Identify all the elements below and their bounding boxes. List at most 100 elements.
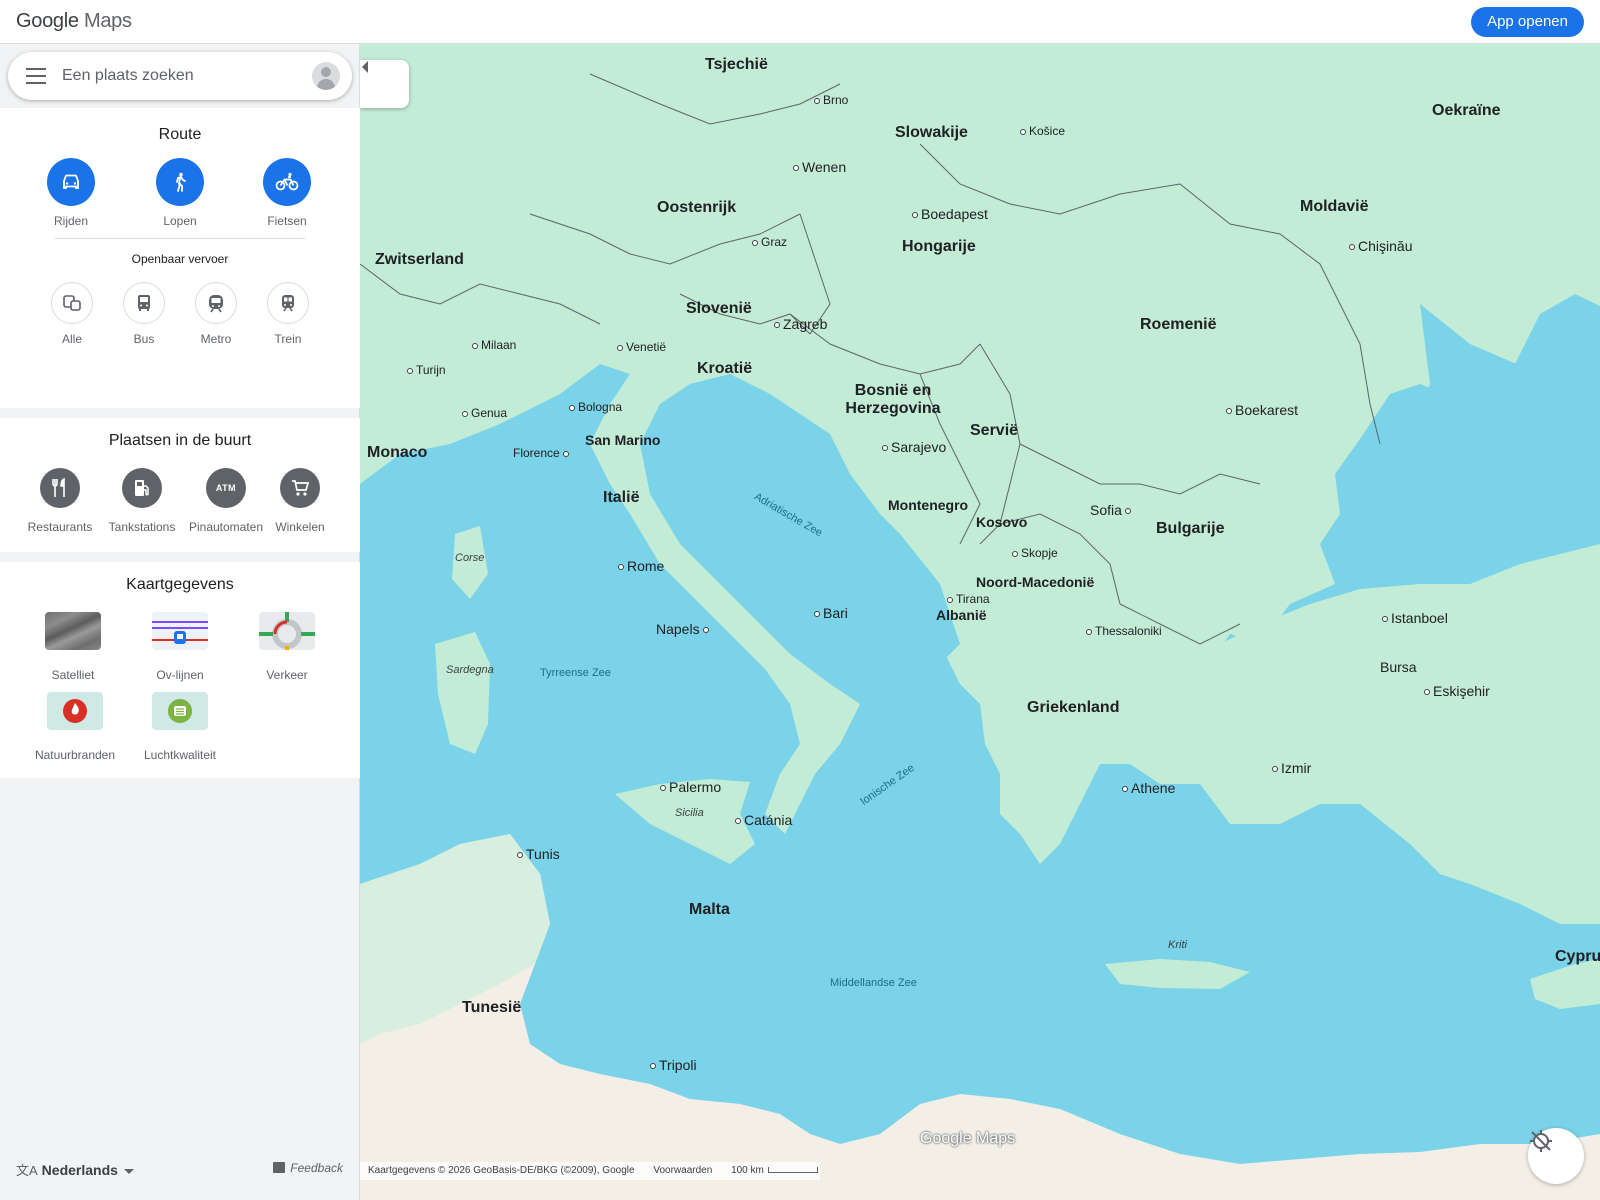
transit-label: Metro bbox=[200, 332, 232, 346]
collapse-panel-button[interactable] bbox=[360, 60, 409, 108]
map-label-country: Hongarije bbox=[902, 238, 976, 255]
mode-cycling-button[interactable]: Fietsen bbox=[252, 158, 322, 228]
search-input[interactable] bbox=[62, 64, 292, 88]
divider bbox=[55, 238, 305, 239]
map-label-city: Boekarest bbox=[1226, 402, 1298, 418]
scale-bar[interactable]: 100 km bbox=[731, 1165, 834, 1176]
side-panel: Route Rijden Lopen Fietsen Openbaar verv… bbox=[0, 44, 360, 1200]
map-label-city: Milaan bbox=[472, 338, 516, 352]
open-app-button[interactable]: App openen bbox=[1471, 7, 1584, 37]
layer-transit-button[interactable]: Ov-lijnen bbox=[135, 612, 225, 682]
nearby-atms-button[interactable]: ATM Pinautomaten bbox=[186, 468, 266, 534]
nearby-section: Plaatsen in de buurt Restaurants Tanksta… bbox=[0, 418, 360, 552]
shopping-cart-icon bbox=[280, 468, 320, 508]
nearby-restaurants-button[interactable]: Restaurants bbox=[20, 468, 100, 534]
map-label-city: Tripoli bbox=[650, 1057, 697, 1073]
air-quality-icon bbox=[152, 692, 208, 730]
car-icon bbox=[47, 158, 95, 206]
chevron-down-icon bbox=[123, 1168, 134, 1174]
map-label-country: Roemenië bbox=[1140, 316, 1217, 333]
map-label-city: Tunis bbox=[517, 846, 560, 862]
map-label-country: Oostenrijk bbox=[657, 199, 737, 216]
route-section: Route Rijden Lopen Fietsen Openbaar verv… bbox=[0, 108, 360, 408]
route-title: Route bbox=[158, 126, 202, 143]
map-label-city: Florence bbox=[513, 446, 572, 460]
mode-driving-button[interactable]: Rijden bbox=[36, 158, 106, 228]
map-label-city: Bari bbox=[814, 605, 848, 621]
map-label-sea: Middellandse Zee bbox=[830, 977, 917, 989]
layer-satellite-button[interactable]: Satelliet bbox=[28, 612, 118, 682]
map-label-country: Montenegro bbox=[888, 497, 969, 513]
train-icon bbox=[267, 282, 309, 324]
map-label-sea: Tyrreense Zee bbox=[540, 667, 611, 679]
map-label-country: Zwitserland bbox=[375, 251, 464, 268]
google-maps-logo[interactable]: Google Maps bbox=[16, 10, 132, 33]
map-label-country: San Marino bbox=[585, 432, 661, 448]
map-label-city: Sarajevo bbox=[882, 439, 946, 455]
nearby-title: Plaatsen in de buurt bbox=[108, 432, 252, 449]
nearby-label: Tankstations bbox=[108, 520, 176, 534]
map-watermark: Google Maps bbox=[920, 1130, 1016, 1147]
layers-section: Kaartgegevens Satelliet Ov-lijnen Verkee… bbox=[0, 562, 360, 778]
my-location-button[interactable] bbox=[1528, 1128, 1584, 1184]
location-off-icon bbox=[1530, 1130, 1552, 1152]
map-label-city: Eskişehir bbox=[1424, 683, 1490, 699]
transit-lines-icon bbox=[152, 612, 208, 650]
metro-icon bbox=[195, 282, 237, 324]
transit-all-button[interactable]: Alle bbox=[42, 282, 102, 346]
layer-air-quality-button[interactable]: Luchtkwaliteit bbox=[135, 692, 225, 762]
map-label-island: Corse bbox=[455, 552, 485, 564]
map-label-country: Malta bbox=[689, 901, 730, 918]
feedback-link[interactable]: Feedback bbox=[273, 1161, 343, 1175]
layer-traffic-button[interactable]: Verkeer bbox=[242, 612, 332, 682]
wildfire-icon bbox=[47, 692, 103, 730]
map-canvas[interactable]: Tsjechië Slowakije Oostenrijk Hongarije … bbox=[360, 44, 1600, 1200]
nearby-shopping-button[interactable]: Winkelen bbox=[260, 468, 340, 534]
map-label-country: Albanië bbox=[936, 607, 987, 623]
map-label-island: Kriti bbox=[1168, 939, 1187, 951]
transit-train-button[interactable]: Trein bbox=[258, 282, 318, 346]
map-label-city: Chişinău bbox=[1349, 238, 1412, 254]
map-label-city: Boedapest bbox=[912, 206, 988, 222]
feedback-icon bbox=[273, 1162, 286, 1173]
transit-label: Alle bbox=[61, 332, 82, 346]
transit-all-icon bbox=[51, 282, 93, 324]
language-selector[interactable]: 文A Nederlands bbox=[16, 1160, 134, 1179]
nearby-gas-stations-button[interactable]: Tankstations bbox=[102, 468, 182, 534]
map-label-country: Griekenland bbox=[1027, 699, 1120, 716]
map-label-country: Kosovo bbox=[976, 514, 1028, 530]
map-label-city: Zagreb bbox=[774, 316, 827, 332]
map-label-city: Graz bbox=[752, 235, 787, 249]
bike-icon bbox=[263, 158, 311, 206]
transit-label: Bus bbox=[133, 332, 155, 346]
avatar[interactable] bbox=[312, 62, 340, 90]
layer-wildfires-button[interactable]: Natuurbranden bbox=[30, 692, 120, 762]
nearby-label: Winkelen bbox=[275, 520, 325, 534]
map-label-city: Bursa bbox=[1380, 659, 1417, 675]
menu-icon[interactable] bbox=[26, 68, 46, 84]
map-label-country: Oekraïne bbox=[1432, 102, 1501, 119]
layer-label: Natuurbranden bbox=[34, 748, 116, 762]
transit-bus-button[interactable]: Bus bbox=[114, 282, 174, 346]
map-label-city: Wenen bbox=[793, 159, 846, 175]
nearby-label: Restaurants bbox=[27, 520, 93, 534]
map-label-country: Italië bbox=[603, 489, 640, 506]
terms-link[interactable]: Voorwaarden bbox=[653, 1165, 712, 1176]
search-box bbox=[8, 52, 352, 100]
map-label-city: Turijn bbox=[407, 363, 446, 377]
map-label-country: Servië bbox=[970, 422, 1019, 439]
map-label-country: Bulgarije bbox=[1156, 520, 1225, 537]
map-attribution: Kaartgegevens © 2026 GeoBasis-DE/BKG (©2… bbox=[360, 1162, 820, 1180]
mode-walking-button[interactable]: Lopen bbox=[145, 158, 215, 228]
map-label-city: Rome bbox=[618, 558, 664, 574]
walk-icon bbox=[156, 158, 204, 206]
map-label-city: Brno bbox=[814, 93, 848, 107]
bus-icon bbox=[123, 282, 165, 324]
map-label-city: Catánia bbox=[735, 812, 792, 828]
layer-label: Verkeer bbox=[266, 668, 308, 682]
layer-label: Luchtkwaliteit bbox=[143, 748, 217, 762]
transit-metro-button[interactable]: Metro bbox=[186, 282, 246, 346]
map-label-city: Bologna bbox=[569, 400, 622, 414]
map-label-city: Venetië bbox=[617, 340, 666, 354]
atm-icon: ATM bbox=[206, 468, 246, 508]
